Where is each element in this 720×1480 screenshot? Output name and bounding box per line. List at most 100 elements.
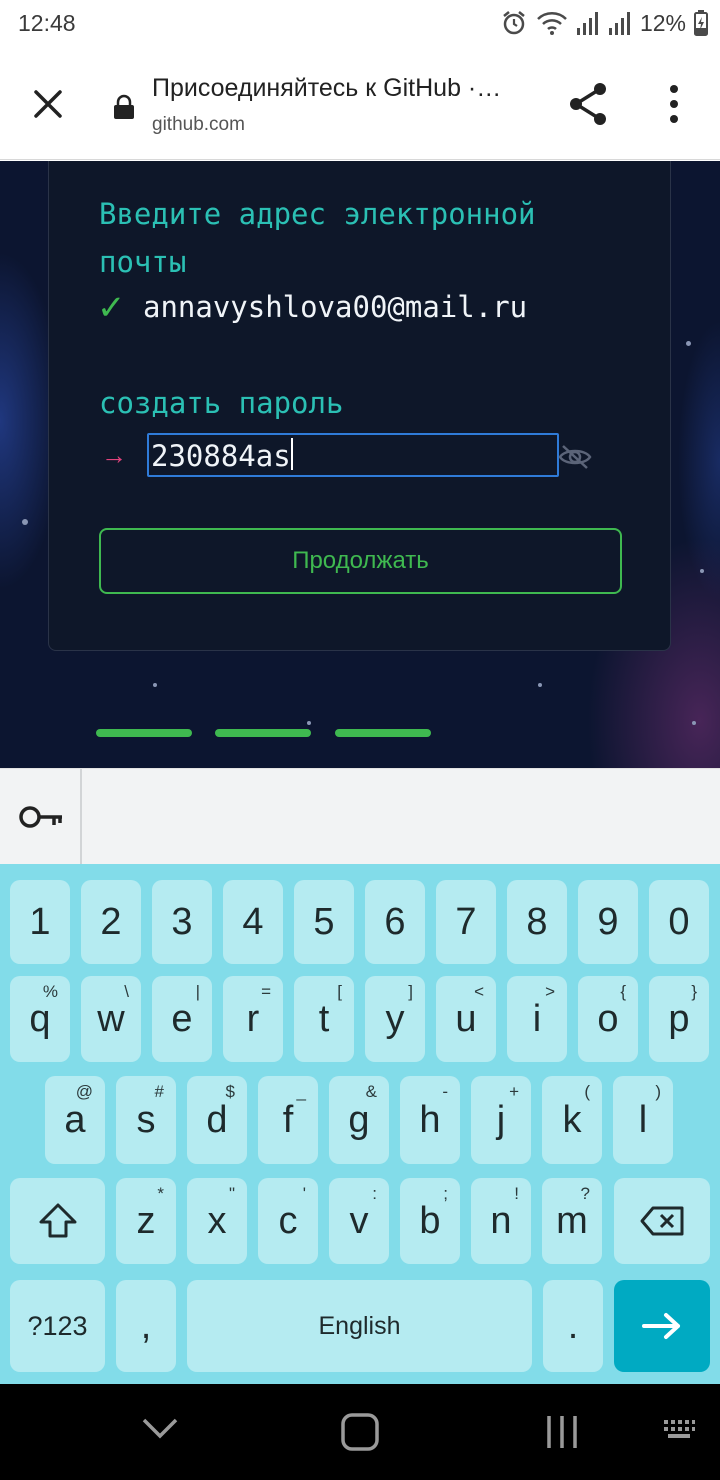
key-6[interactable]: 6	[365, 880, 425, 964]
key-label: t	[318, 997, 330, 1040]
continue-button[interactable]: Продолжать	[99, 528, 622, 594]
key-label: d	[206, 1098, 228, 1141]
key-o[interactable]: o{	[578, 976, 638, 1062]
key-t[interactable]: t[	[294, 976, 354, 1062]
web-page: Введите адрес электронной почты ✓ annavy…	[0, 161, 720, 768]
page-url: github.com	[152, 114, 245, 135]
key-9[interactable]: 9	[578, 880, 638, 964]
key-icon[interactable]	[18, 803, 64, 831]
key-k[interactable]: k(	[542, 1076, 602, 1164]
key-i[interactable]: i >	[507, 976, 567, 1062]
key-label: h	[419, 1098, 441, 1141]
shift-key[interactable]	[10, 1178, 105, 1264]
key-label: z	[136, 1199, 156, 1242]
key-b[interactable]: b;	[400, 1178, 460, 1264]
key-hint: "	[228, 1184, 235, 1203]
key-hint: #	[154, 1082, 164, 1101]
check-icon: ✓	[97, 289, 126, 327]
period-key[interactable]: .	[543, 1280, 603, 1372]
key-label: s	[136, 1098, 156, 1141]
arrow-right-icon	[642, 1313, 680, 1339]
key-label: g	[348, 1098, 370, 1141]
key-label: x	[207, 1199, 227, 1242]
key-y[interactable]: y]	[365, 976, 425, 1062]
key-v[interactable]: v:	[329, 1178, 389, 1264]
key-0[interactable]: 0	[649, 880, 709, 964]
key-5[interactable]: 5	[294, 880, 354, 964]
status-icons: 12%	[500, 9, 708, 37]
key-g[interactable]: g &	[329, 1076, 389, 1164]
key-w[interactable]: w \	[81, 976, 141, 1062]
key-8[interactable]: 8	[507, 880, 567, 964]
key-hint: <	[474, 982, 484, 1001]
key-label: y	[385, 997, 405, 1040]
nav-back-chevron-icon[interactable]	[140, 1414, 180, 1442]
star	[686, 341, 691, 346]
eye-off-icon[interactable]	[557, 442, 593, 472]
key-label: c	[278, 1199, 298, 1242]
enter-key[interactable]	[614, 1280, 710, 1372]
shift-icon	[39, 1203, 76, 1238]
key-s[interactable]: s #	[116, 1076, 176, 1164]
on-screen-keyboard: ?123 , English . 1 2 3 4 5 6 7 8 9 0 q% w \ e | r = t[y] u…	[0, 864, 720, 1384]
key-e[interactable]: e |	[152, 976, 212, 1062]
key-7[interactable]: 7	[436, 880, 496, 964]
key-j[interactable]: j +	[471, 1076, 531, 1164]
key-h[interactable]: h-	[400, 1076, 460, 1164]
key-label: p	[668, 997, 690, 1040]
key-hint: !	[514, 1184, 519, 1203]
key-1[interactable]: 1	[10, 880, 70, 964]
key-hint: ;	[443, 1184, 448, 1203]
key-r[interactable]: r =	[223, 976, 283, 1062]
share-icon[interactable]	[566, 80, 610, 128]
key-hint: @	[75, 1082, 93, 1101]
key-d[interactable]: d $	[187, 1076, 247, 1164]
comma-key[interactable]: ,	[116, 1280, 176, 1372]
close-icon[interactable]	[26, 82, 70, 126]
key-n[interactable]: n!	[471, 1178, 531, 1264]
key-hint: ?	[580, 1184, 590, 1203]
lock-icon	[114, 94, 134, 119]
battery-percent: 12%	[639, 9, 686, 36]
keyboard-toggle-icon[interactable]	[662, 1418, 696, 1442]
key-2[interactable]: 2	[81, 880, 141, 964]
key-hint: )	[655, 1082, 661, 1101]
key-label: e	[171, 997, 193, 1040]
wifi-icon	[537, 12, 567, 35]
key-3[interactable]: 3	[152, 880, 212, 964]
key-l[interactable]: l)	[613, 1076, 673, 1164]
space-key[interactable]: English	[187, 1280, 532, 1372]
key-c[interactable]: c '	[258, 1178, 318, 1264]
key-f[interactable]: f _	[258, 1076, 318, 1164]
more-menu-icon[interactable]	[660, 82, 688, 126]
key-hint: ]	[408, 982, 413, 1001]
password-input[interactable]: 230884as	[147, 433, 559, 477]
symbols-key[interactable]: ?123	[10, 1280, 105, 1372]
status-time: 12:48	[18, 10, 76, 36]
key-4[interactable]: 4	[223, 880, 283, 964]
key-q[interactable]: q%	[10, 976, 70, 1062]
signal-icon	[576, 12, 598, 35]
key-hint: +	[509, 1082, 519, 1101]
key-label: m	[556, 1199, 588, 1242]
backspace-key[interactable]	[614, 1178, 710, 1264]
key-p[interactable]: p}	[649, 976, 709, 1062]
key-z[interactable]: z *	[116, 1178, 176, 1264]
key-hint: *	[157, 1184, 164, 1203]
key-a[interactable]: a @	[45, 1076, 105, 1164]
nav-recents-icon[interactable]	[545, 1414, 581, 1450]
key-x[interactable]: x "	[187, 1178, 247, 1264]
star	[307, 721, 311, 725]
key-label: i	[532, 997, 542, 1040]
alarm-icon	[503, 11, 525, 35]
email-value[interactable]: annavyshlova00@mail.ru	[143, 290, 527, 324]
nav-home-icon[interactable]	[340, 1412, 380, 1452]
key-hint: {	[620, 982, 626, 1001]
key-m[interactable]: m?	[542, 1178, 602, 1264]
key-label: 8	[526, 900, 548, 943]
key-u[interactable]: u <	[436, 976, 496, 1062]
key-label: 6	[384, 900, 406, 943]
divider	[80, 769, 82, 865]
keyboard-toolbar	[0, 768, 720, 865]
browser-toolbar: Присоединяйтесь к GitHub ·… github.com	[0, 52, 720, 160]
